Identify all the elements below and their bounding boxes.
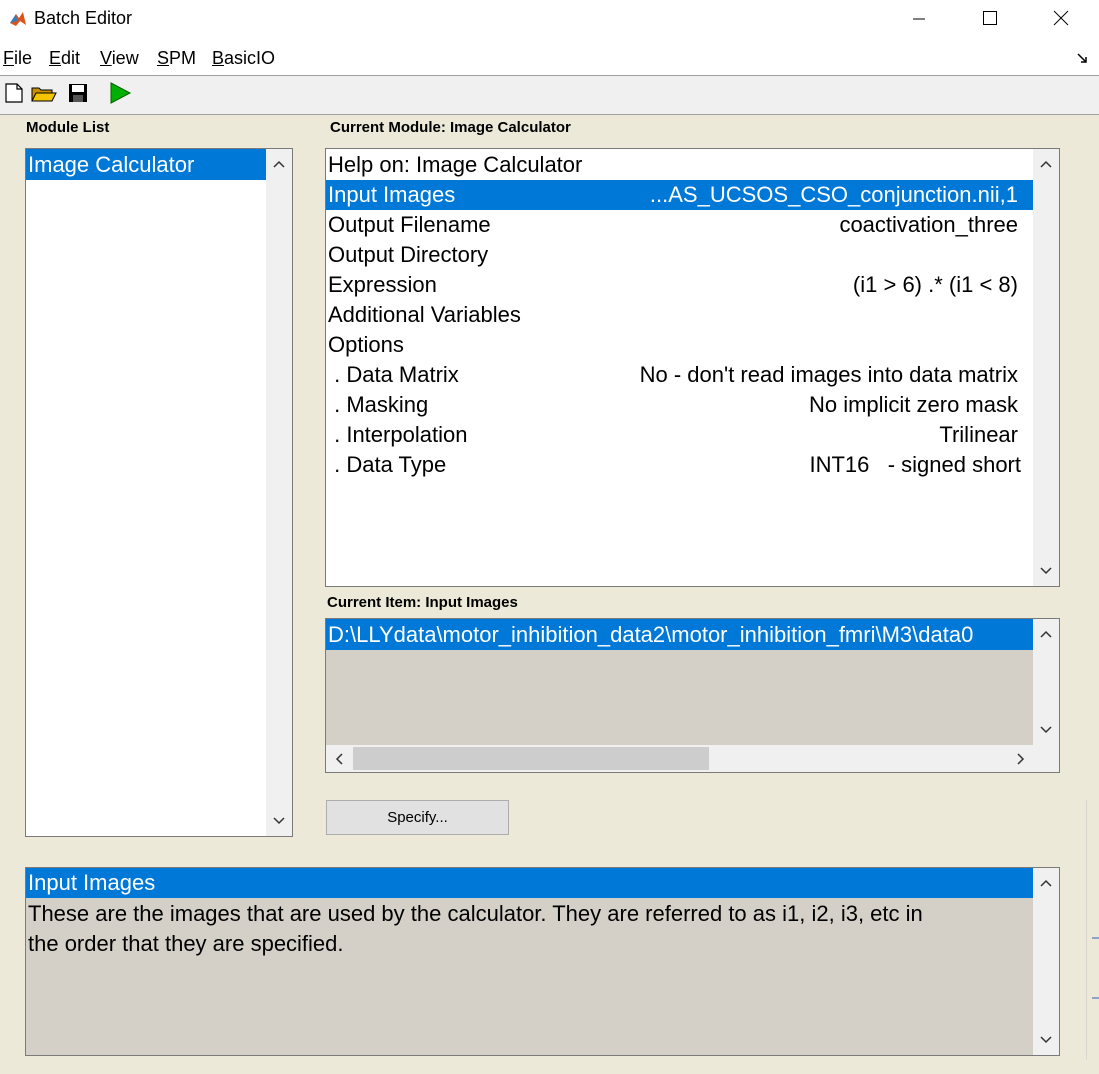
scroll-left-icon[interactable] xyxy=(326,745,352,772)
current-item-panel[interactable]: D:\LLYdata\motor_inhibition_data2\motor_… xyxy=(325,618,1060,773)
scroll-up-icon[interactable] xyxy=(1033,870,1059,896)
module-row[interactable]: . Masking No implicit zero mask xyxy=(326,390,1034,420)
matlab-logo-icon xyxy=(8,9,28,29)
scroll-right-icon[interactable] xyxy=(1008,745,1034,772)
run-icon xyxy=(108,81,132,110)
help-title: Input Images xyxy=(26,868,1034,898)
module-list-label: Module List xyxy=(26,119,110,136)
current-item-label: Current Item: Input Images xyxy=(327,594,518,611)
open-folder-icon xyxy=(30,82,58,109)
scroll-up-icon[interactable] xyxy=(1033,621,1059,647)
module-row-selected[interactable]: Input Images ...AS_UCSOS_CSO_conjunction.… xyxy=(326,180,1034,210)
window-title: Batch Editor xyxy=(34,8,133,28)
scroll-up-icon[interactable] xyxy=(266,151,292,177)
minimize-icon xyxy=(911,10,927,31)
close-icon xyxy=(1053,10,1069,31)
item-panel-vscrollbar[interactable] xyxy=(1033,619,1059,745)
module-row[interactable]: Output Directory xyxy=(326,240,1034,270)
scroll-down-icon[interactable] xyxy=(266,808,292,834)
module-row[interactable]: Help on: Image Calculator xyxy=(326,150,1034,180)
module-list-scrollbar[interactable] xyxy=(266,149,292,836)
menu-file[interactable]: File xyxy=(3,48,32,69)
background-window-edge xyxy=(1085,800,1099,1060)
module-item-image-calculator[interactable]: Image Calculator xyxy=(26,149,267,180)
new-button[interactable] xyxy=(0,81,28,109)
current-module-label: Current Module: Image Calculator xyxy=(330,119,571,136)
scroll-down-icon[interactable] xyxy=(1033,1027,1059,1053)
current-item-value[interactable]: D:\LLYdata\motor_inhibition_data2\motor_… xyxy=(326,619,1034,650)
scroll-down-icon[interactable] xyxy=(1033,717,1059,743)
help-text: These are the images that are used by th… xyxy=(28,901,923,956)
scroll-down-icon[interactable] xyxy=(1033,558,1059,584)
item-panel-hscrollbar[interactable] xyxy=(326,745,1034,772)
specify-button[interactable]: Specify... xyxy=(326,800,509,835)
new-file-icon xyxy=(4,82,24,109)
dock-arrow-icon[interactable] xyxy=(1076,52,1088,67)
help-panel-scrollbar[interactable] xyxy=(1033,868,1059,1055)
save-button[interactable] xyxy=(64,81,92,109)
module-panel-scrollbar[interactable] xyxy=(1033,149,1059,586)
module-row[interactable]: . Data Type INT16 - signed short xyxy=(326,450,1034,480)
module-row[interactable]: . Interpolation Trilinear xyxy=(326,420,1034,450)
help-panel[interactable]: Input Images These are the images that a… xyxy=(25,867,1060,1056)
scroll-up-icon[interactable] xyxy=(1033,151,1059,177)
menu-edit[interactable]: Edit xyxy=(49,48,80,69)
module-row[interactable]: . Data Matrix No - don't read images into… xyxy=(326,360,1034,390)
module-row[interactable]: Additional Variables xyxy=(326,300,1034,330)
current-module-panel[interactable]: Help on: Image Calculator Input Images..… xyxy=(325,148,1060,587)
menu-spm[interactable]: SPM xyxy=(157,48,196,69)
menu-basicio[interactable]: BasicIO xyxy=(212,48,275,69)
hscroll-thumb[interactable] xyxy=(353,747,709,770)
module-row[interactable]: Expression (i1 > 6) .* (i1 < 8) xyxy=(326,270,1034,300)
toolbar xyxy=(0,75,1099,115)
maximize-icon xyxy=(982,10,998,31)
open-button[interactable] xyxy=(30,81,58,109)
minimize-button[interactable] xyxy=(884,0,954,40)
scroll-corner xyxy=(1033,745,1059,772)
module-row[interactable]: Options xyxy=(326,330,1034,360)
module-row[interactable]: Output Filename coactivation_three xyxy=(326,210,1034,240)
maximize-button[interactable] xyxy=(955,0,1025,40)
close-button[interactable] xyxy=(1026,0,1096,40)
save-icon xyxy=(67,82,89,109)
module-list[interactable]: Image Calculator xyxy=(25,148,293,837)
run-button[interactable] xyxy=(106,81,134,109)
menu-view[interactable]: View xyxy=(100,48,139,69)
